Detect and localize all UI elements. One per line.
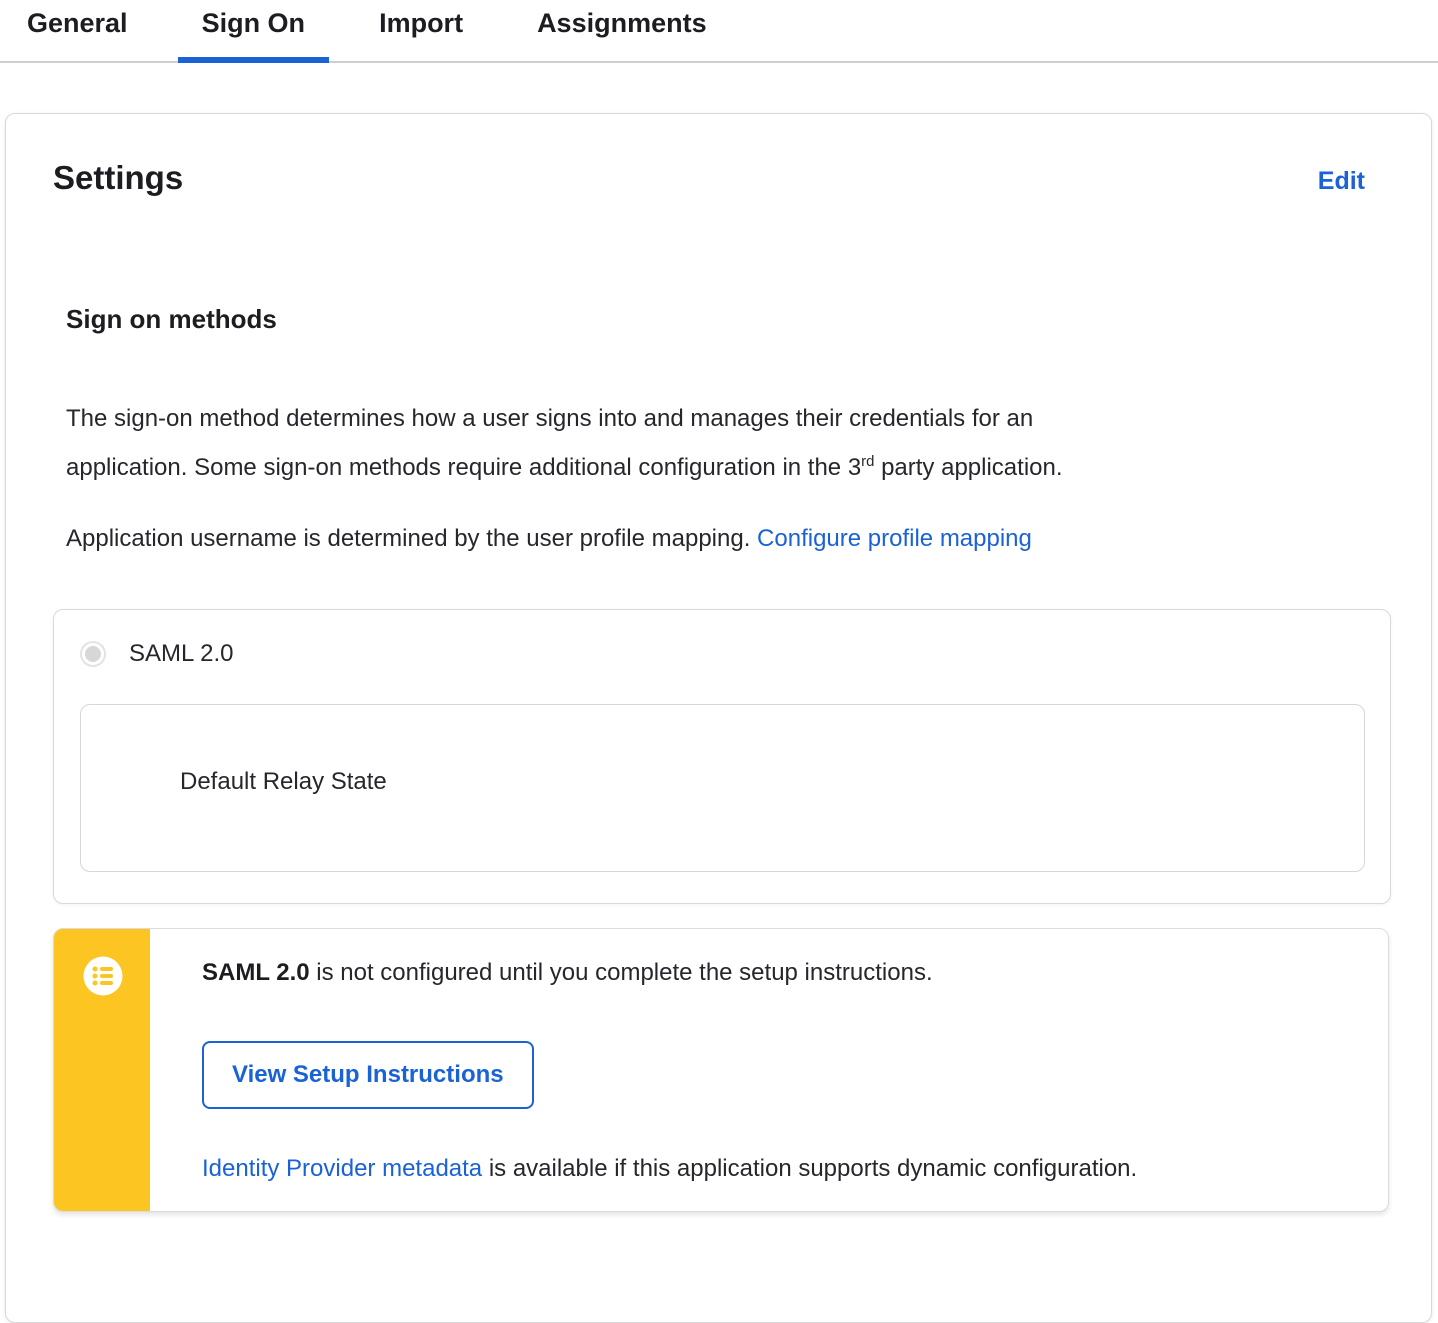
edit-link[interactable]: Edit <box>1318 167 1365 196</box>
tab-sign-on[interactable]: Sign On <box>177 7 330 63</box>
sign-on-methods-heading: Sign on methods <box>66 304 277 334</box>
description-line-1: The sign-on method determines how a user… <box>66 405 1034 432</box>
view-setup-instructions-button[interactable]: View Setup Instructions <box>202 1041 534 1109</box>
settings-card: Settings Edit Sign on methods The sign-o… <box>5 113 1432 1323</box>
metadata-availability-text: is available if this application support… <box>482 1155 1138 1182</box>
relay-state-box: Default Relay State <box>80 704 1365 872</box>
saml-radio-label: SAML 2.0 <box>129 640 234 667</box>
saml-radio-button[interactable] <box>80 641 106 667</box>
tab-general[interactable]: General <box>3 7 152 63</box>
username-determined-text: Application username is determined by th… <box>66 525 758 552</box>
description-line-2-tail: party application. <box>874 454 1063 481</box>
configure-profile-mapping-link[interactable]: Configure profile mapping <box>757 525 1032 552</box>
ordinal-superscript: rd <box>861 454 875 470</box>
profile-mapping-text: Application username is determined by th… <box>66 514 1376 563</box>
description-line-2-text: application. Some sign-on methods requir… <box>66 454 862 481</box>
metadata-line: Identity Provider metadata is available … <box>202 1153 1358 1185</box>
callout-message: SAML 2.0 is not configured until you com… <box>202 957 1358 989</box>
tab-import[interactable]: Import <box>355 7 487 63</box>
list-circle-icon <box>83 956 123 996</box>
callout-message-text: is not configured until you complete the… <box>309 959 933 986</box>
setup-callout: SAML 2.0 is not configured until you com… <box>53 928 1389 1212</box>
callout-app-name: SAML 2.0 <box>202 959 310 986</box>
description-line-2: application. Some sign-on methods requir… <box>66 443 1376 492</box>
default-relay-state-label: Default Relay State <box>180 768 387 795</box>
callout-body: SAML 2.0 is not configured until you com… <box>202 929 1358 1185</box>
tab-bar: General Sign On Import Assignments <box>0 0 1438 67</box>
saml-method-box: SAML 2.0 Default Relay State <box>53 609 1391 904</box>
sign-on-description: The sign-on method determines how a user… <box>66 394 1376 492</box>
page-title: Settings <box>53 159 184 196</box>
tab-assignments[interactable]: Assignments <box>513 7 731 63</box>
identity-provider-metadata-link[interactable]: Identity Provider metadata <box>202 1155 482 1182</box>
